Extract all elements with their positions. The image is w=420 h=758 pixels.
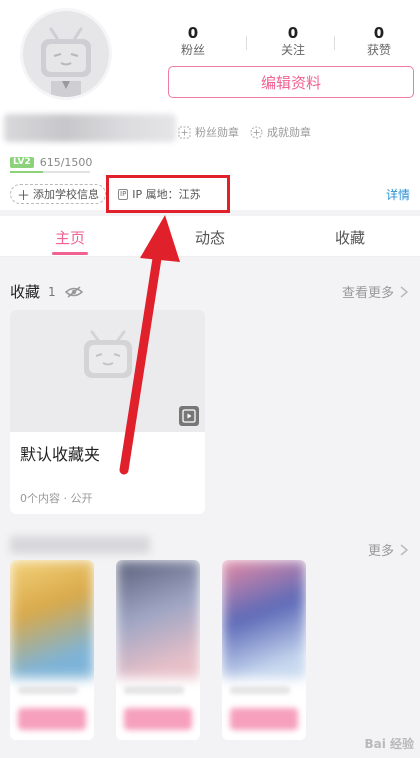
stat-label: 获赞 — [366, 43, 391, 57]
blurred-thumbnail — [222, 560, 306, 678]
fan-medal-label: 粉丝勋章 — [195, 126, 239, 139]
fan-medal-link[interactable]: 粉丝勋章 — [178, 124, 239, 140]
school-tag-label: 添加学校信息 — [33, 188, 100, 201]
blurred-thumbnail — [116, 560, 200, 678]
achievement-medal-icon — [250, 126, 263, 138]
fan-medal-icon — [178, 126, 191, 138]
level-badge: LV2 — [10, 157, 34, 168]
playlist-play-icon[interactable] — [179, 406, 199, 426]
favorites-see-more[interactable]: 查看更多 — [342, 282, 410, 301]
favorites-title: 收藏 — [10, 283, 41, 301]
add-school-tag[interactable]: ＋ 添加学校信息 — [10, 184, 107, 204]
stat-likes[interactable]: 0 获赞 — [334, 24, 420, 58]
blurred-card[interactable] — [116, 560, 200, 740]
tab-home[interactable]: 主页 — [0, 227, 140, 248]
folder-cover — [10, 310, 205, 432]
achievement-medal-label: 成就勋章 — [267, 126, 311, 139]
favorites-count: 1 — [48, 284, 56, 299]
stat-value: 0 — [373, 24, 385, 42]
tv-mascot-icon — [41, 27, 91, 97]
stat-fans[interactable]: 0 粉丝 — [148, 24, 238, 58]
tab-activity[interactable]: 动态 — [140, 227, 280, 248]
level-exp: 615/1500 — [39, 156, 93, 169]
blurred-thumbnail — [10, 560, 94, 678]
profile-header: 0 粉丝 0 关注 0 获赞 编辑资料 粉丝勋章 成就勋章 LV2 615/15… — [0, 0, 420, 213]
tab-bar: 主页 动态 收藏 — [0, 216, 420, 257]
folder-name: 默认收藏夹 — [20, 445, 101, 464]
blurred-button — [230, 708, 298, 730]
stat-value: 0 — [187, 24, 199, 42]
level-progress-fill — [10, 171, 43, 173]
stat-label: 粉丝 — [180, 43, 205, 57]
chevron-right-icon — [400, 543, 409, 556]
blurred-text — [18, 686, 78, 694]
stats-row: 0 粉丝 0 关注 0 获赞 — [148, 24, 420, 58]
watermark: Bai 经验 — [364, 737, 414, 751]
blurred-card[interactable] — [10, 560, 94, 740]
blurred-card[interactable] — [222, 560, 306, 740]
more-label: 更多 — [367, 544, 394, 559]
tv-placeholder-icon — [84, 330, 132, 378]
chevron-right-icon — [400, 285, 409, 298]
hidden-eye-icon[interactable] — [64, 285, 84, 299]
achievement-medal-link[interactable]: 成就勋章 — [250, 124, 311, 140]
level-row: LV2 615/1500 — [10, 156, 92, 169]
plus-icon: ＋ — [17, 188, 31, 204]
avatar[interactable] — [20, 8, 112, 100]
favorites-section-title: 收藏 1 — [10, 281, 84, 302]
divider — [246, 36, 247, 50]
level-progress-bar — [10, 171, 90, 173]
blurred-button — [18, 708, 86, 730]
active-tab-indicator — [52, 252, 88, 255]
folder-meta: 0个内容 · 公开 — [20, 492, 93, 505]
stat-following[interactable]: 0 关注 — [248, 24, 338, 58]
blurred-content-section: 更多 Bai 经验 — [0, 528, 420, 758]
stat-label: 关注 — [280, 43, 305, 57]
edit-profile-button[interactable]: 编辑资料 — [168, 66, 414, 98]
username-blurred — [4, 114, 176, 142]
favorite-folder-card[interactable]: 默认收藏夹 0个内容 · 公开 — [10, 310, 205, 514]
annotation-highlight-box — [106, 175, 230, 213]
blurred-section-title — [10, 536, 150, 554]
see-more-label: 查看更多 — [341, 286, 394, 301]
stat-value: 0 — [287, 24, 299, 42]
blurred-see-more[interactable]: 更多 — [368, 540, 410, 559]
blurred-button — [124, 708, 192, 730]
detail-link[interactable]: 详情 — [386, 186, 410, 203]
blurred-text — [230, 686, 290, 694]
tab-favorites[interactable]: 收藏 — [280, 227, 420, 248]
blurred-text — [124, 686, 184, 694]
